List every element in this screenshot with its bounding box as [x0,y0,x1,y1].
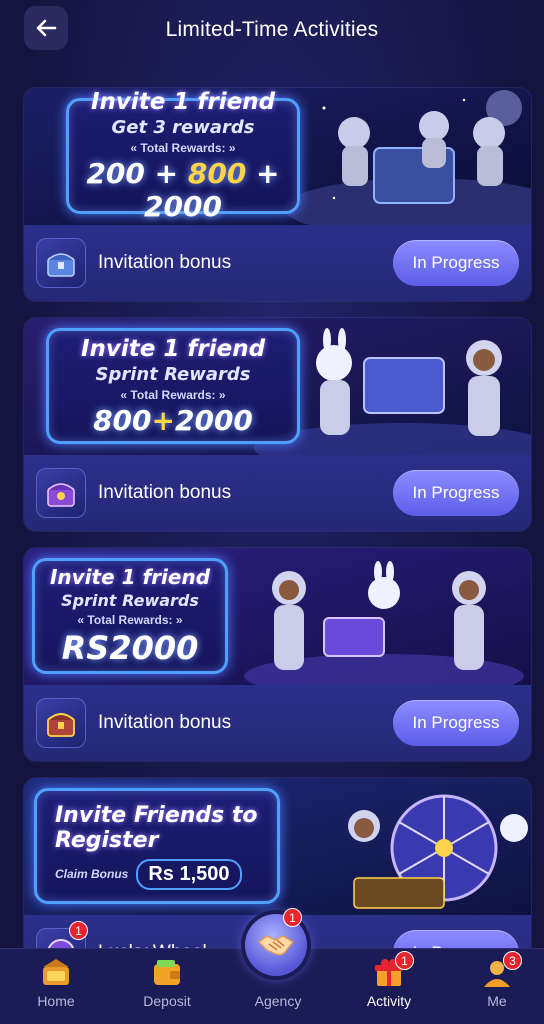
nav-home-label: Home [37,993,75,1009]
treasure-chest-icon [36,238,86,288]
promo-panel: Invite 1 friend Sprint Rewards « Total R… [32,558,228,674]
activity-banner[interactable]: Invite 1 friend Sprint Rewards « Total R… [24,318,531,455]
nav-me-label: Me [487,993,507,1009]
handshake-icon [257,935,295,956]
promo-rewards-label: « Total Rewards: » [77,613,183,627]
activity-list: Invite 1 friend Get 3 rewards « Total Re… [24,88,531,1008]
promo-subheadline: Sprint Rewards [61,591,199,610]
promo-claim-label: Claim Bonus [55,867,129,881]
activity-card[interactable]: Invite 1 friend Sprint Rewards « Total R… [24,548,531,761]
agency-center-button[interactable]: 1 [245,908,307,976]
promo-headline: Invite 1 friend [80,335,266,362]
activity-banner[interactable]: Invite 1 friend Sprint Rewards « Total R… [24,548,531,685]
home-icon [40,957,72,989]
promo-amount: 200 + 800 + 2000 [86,157,280,223]
activity-row[interactable]: Invitation bonus In Progress [24,455,531,531]
nav-deposit-label: Deposit [143,993,191,1009]
promo-panel: Invite Friends to Register Claim Bonus R… [34,788,280,904]
activity-row[interactable]: Invitation bonus In Progress [24,685,531,761]
promo-rewards-label: « Total Rewards: » [120,387,226,402]
activity-banner[interactable]: Invite 1 friend Get 3 rewards « Total Re… [24,88,531,225]
promo-headline: Invite 1 friend [90,89,276,115]
in-progress-button[interactable]: In Progress [393,240,519,286]
promo-amount: 800+2000 [93,403,253,437]
activity-card[interactable]: Invite 1 friend Get 3 rewards « Total Re… [24,88,531,301]
nav-activity[interactable]: 1 Activity [339,949,439,1024]
nav-me[interactable]: 3 Me [450,949,544,1024]
promo-headline: Invite Friends to [55,802,258,828]
promo-subheadline: Sprint Rewards [95,363,251,385]
activity-row[interactable]: Invitation bonus In Progress [24,225,531,301]
activity-label: Invitation bonus [98,482,232,503]
notification-badge: 3 [503,951,522,970]
purple-chest-icon [36,468,86,518]
user-icon: 3 [481,951,522,989]
notification-badge: 1 [283,908,302,927]
arrow-left-icon [36,19,57,37]
promo-panel: Invite 1 friend Sprint Rewards « Total R… [46,328,300,444]
back-button[interactable] [24,6,68,50]
wallet-icon [151,957,183,989]
top-bar: Limited-Time Activities [0,0,544,60]
nav-deposit[interactable]: Deposit [117,949,217,1024]
activity-label: Invitation bonus [98,712,232,733]
promo-headline: Invite 1 friend [49,565,211,589]
promo-panel: Invite 1 friend Get 3 rewards « Total Re… [66,89,300,223]
in-progress-button[interactable]: In Progress [393,700,519,746]
activity-card[interactable]: Invite 1 friend Sprint Rewards « Total R… [24,318,531,531]
gift-icon: 1 [373,951,414,989]
promo-subheadline: Register [55,827,159,853]
promo-amount: Rs 1,500 [136,858,242,890]
promo-rewards-label: « Total Rewards: » [130,141,236,155]
page-title: Limited-Time Activities [165,18,379,41]
promo-amount: RS2000 [61,629,199,667]
nav-agency-label: Agency [254,993,302,1009]
promo-subheadline: Get 3 rewards [111,117,255,138]
golden-chest-icon [36,698,86,748]
nav-activity-label: Activity [366,993,412,1009]
notification-badge: 1 [69,921,88,940]
in-progress-button[interactable]: In Progress [393,470,519,516]
notification-badge: 1 [395,951,414,970]
activity-banner[interactable]: Invite Friends to Register Claim Bonus R… [24,778,531,915]
nav-home[interactable]: Home [6,949,106,1024]
activity-label: Invitation bonus [98,252,232,273]
